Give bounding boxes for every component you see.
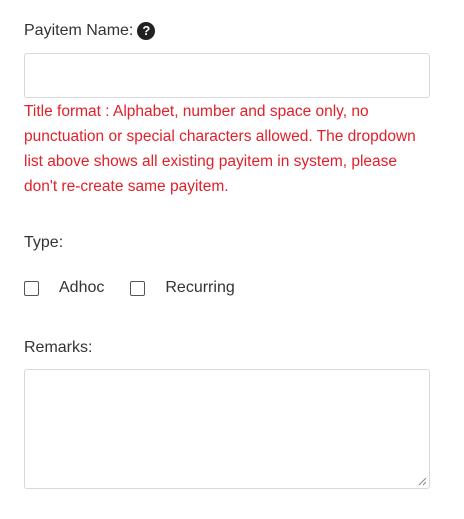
payitem-name-label-text: Payitem Name:: [24, 22, 134, 39]
adhoc-label[interactable]: Adhoc: [59, 277, 104, 299]
question-circle-icon[interactable]: ?: [137, 22, 156, 40]
payitem-form: Payitem Name: ? Title format : Alphabet,…: [0, 0, 464, 519]
recurring-label[interactable]: Recurring: [165, 277, 234, 299]
remarks-textarea[interactable]: [24, 369, 430, 489]
resize-handle-icon[interactable]: [417, 476, 427, 486]
payitem-name-input[interactable]: [24, 53, 430, 98]
type-label: Type:: [24, 234, 64, 251]
adhoc-checkbox[interactable]: [24, 280, 39, 296]
recurring-checkbox[interactable]: [130, 280, 146, 296]
payitem-name-label: Payitem Name: ?: [24, 21, 156, 41]
remarks-label: Remarks:: [24, 339, 93, 356]
type-options: Adhoc Recurring: [24, 277, 235, 299]
validation-error-message: Title format : Alphabet, number and spac…: [24, 103, 416, 195]
